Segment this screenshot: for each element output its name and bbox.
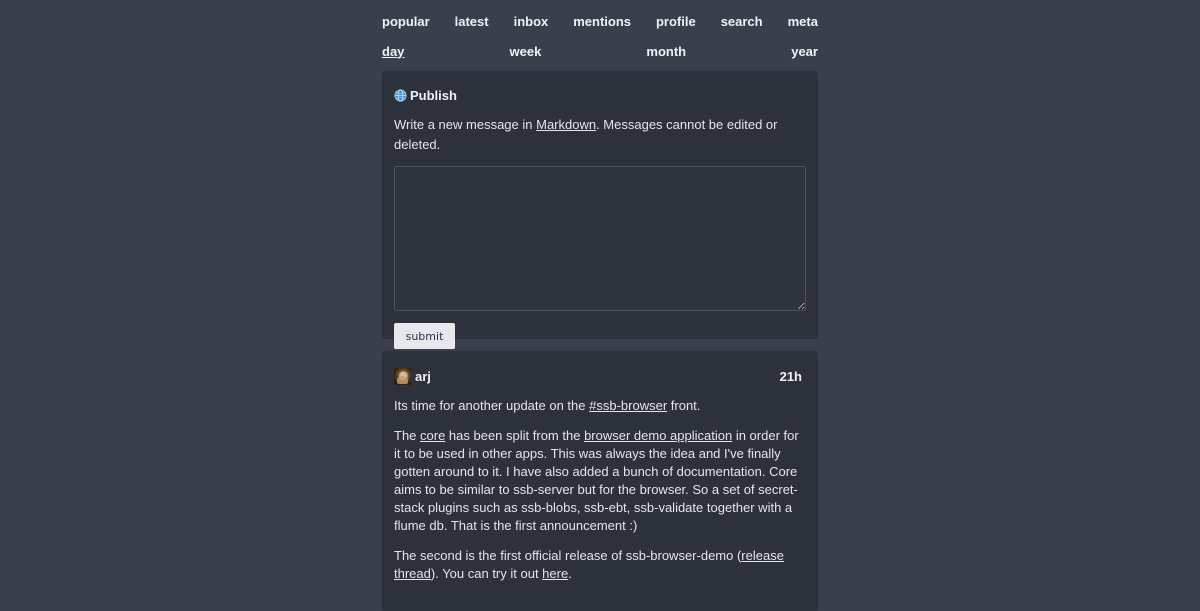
post-text: ). You can try it out (430, 566, 543, 581)
ssb-browser-hashtag-link[interactable]: #ssb-browser (589, 398, 667, 413)
post-text: in order for it to be used in other apps… (394, 428, 799, 533)
markdown-link[interactable]: Markdown (536, 117, 596, 132)
post-text: The second is the first official release… (394, 548, 742, 563)
post-text: The (394, 428, 421, 443)
period-day[interactable]: day (382, 44, 404, 59)
post-text: has been split from the (445, 428, 585, 443)
nav-meta[interactable]: meta (788, 14, 818, 29)
post-paragraph: The second is the first official release… (394, 547, 806, 583)
publish-desc-prefix: Write a new message in (394, 117, 537, 132)
publish-title: Publish (394, 85, 806, 105)
globe-icon (394, 88, 407, 102)
post-paragraph: The core has been split from the browser… (394, 427, 806, 535)
nav-mentions[interactable]: mentions (573, 14, 631, 29)
post-text: . (568, 566, 572, 581)
top-nav: popular latest inbox mentions profile se… (382, 0, 818, 43)
post-timestamp[interactable]: 21h (780, 369, 802, 384)
period-year[interactable]: year (791, 44, 818, 59)
period-month[interactable]: month (646, 44, 686, 59)
nav-inbox[interactable]: inbox (514, 14, 549, 29)
nav-profile[interactable]: profile (656, 14, 696, 29)
post-card: arj 21h Its time for another update on t… (382, 351, 818, 611)
nav-latest[interactable]: latest (455, 14, 489, 29)
author-name: arj (415, 368, 431, 384)
main-column: popular latest inbox mentions profile se… (382, 0, 818, 611)
publish-title-text: Publish (410, 87, 457, 103)
nav-search[interactable]: search (721, 14, 763, 29)
period-nav: day week month year (382, 41, 818, 61)
submit-button[interactable]: submit (394, 323, 455, 349)
browser-demo-link[interactable]: browser demo application (584, 428, 732, 443)
post-body: Its time for another update on the #ssb-… (394, 397, 806, 583)
here-link[interactable]: here (542, 566, 568, 581)
message-textarea[interactable] (394, 166, 806, 311)
publish-description: Write a new message in Markdown. Message… (394, 115, 806, 155)
nav-popular[interactable]: popular (382, 14, 430, 29)
post-author[interactable]: arj (394, 367, 431, 385)
publish-card: Publish Write a new message in Markdown.… (382, 71, 818, 349)
post-text: front. (667, 398, 701, 413)
period-week[interactable]: week (510, 44, 542, 59)
core-link[interactable]: core (420, 428, 445, 443)
post-text: Its time for another update on the (394, 398, 590, 413)
post-paragraph: Its time for another update on the #ssb-… (394, 397, 806, 415)
avatar (394, 367, 411, 385)
post-header: arj 21h (394, 366, 806, 386)
